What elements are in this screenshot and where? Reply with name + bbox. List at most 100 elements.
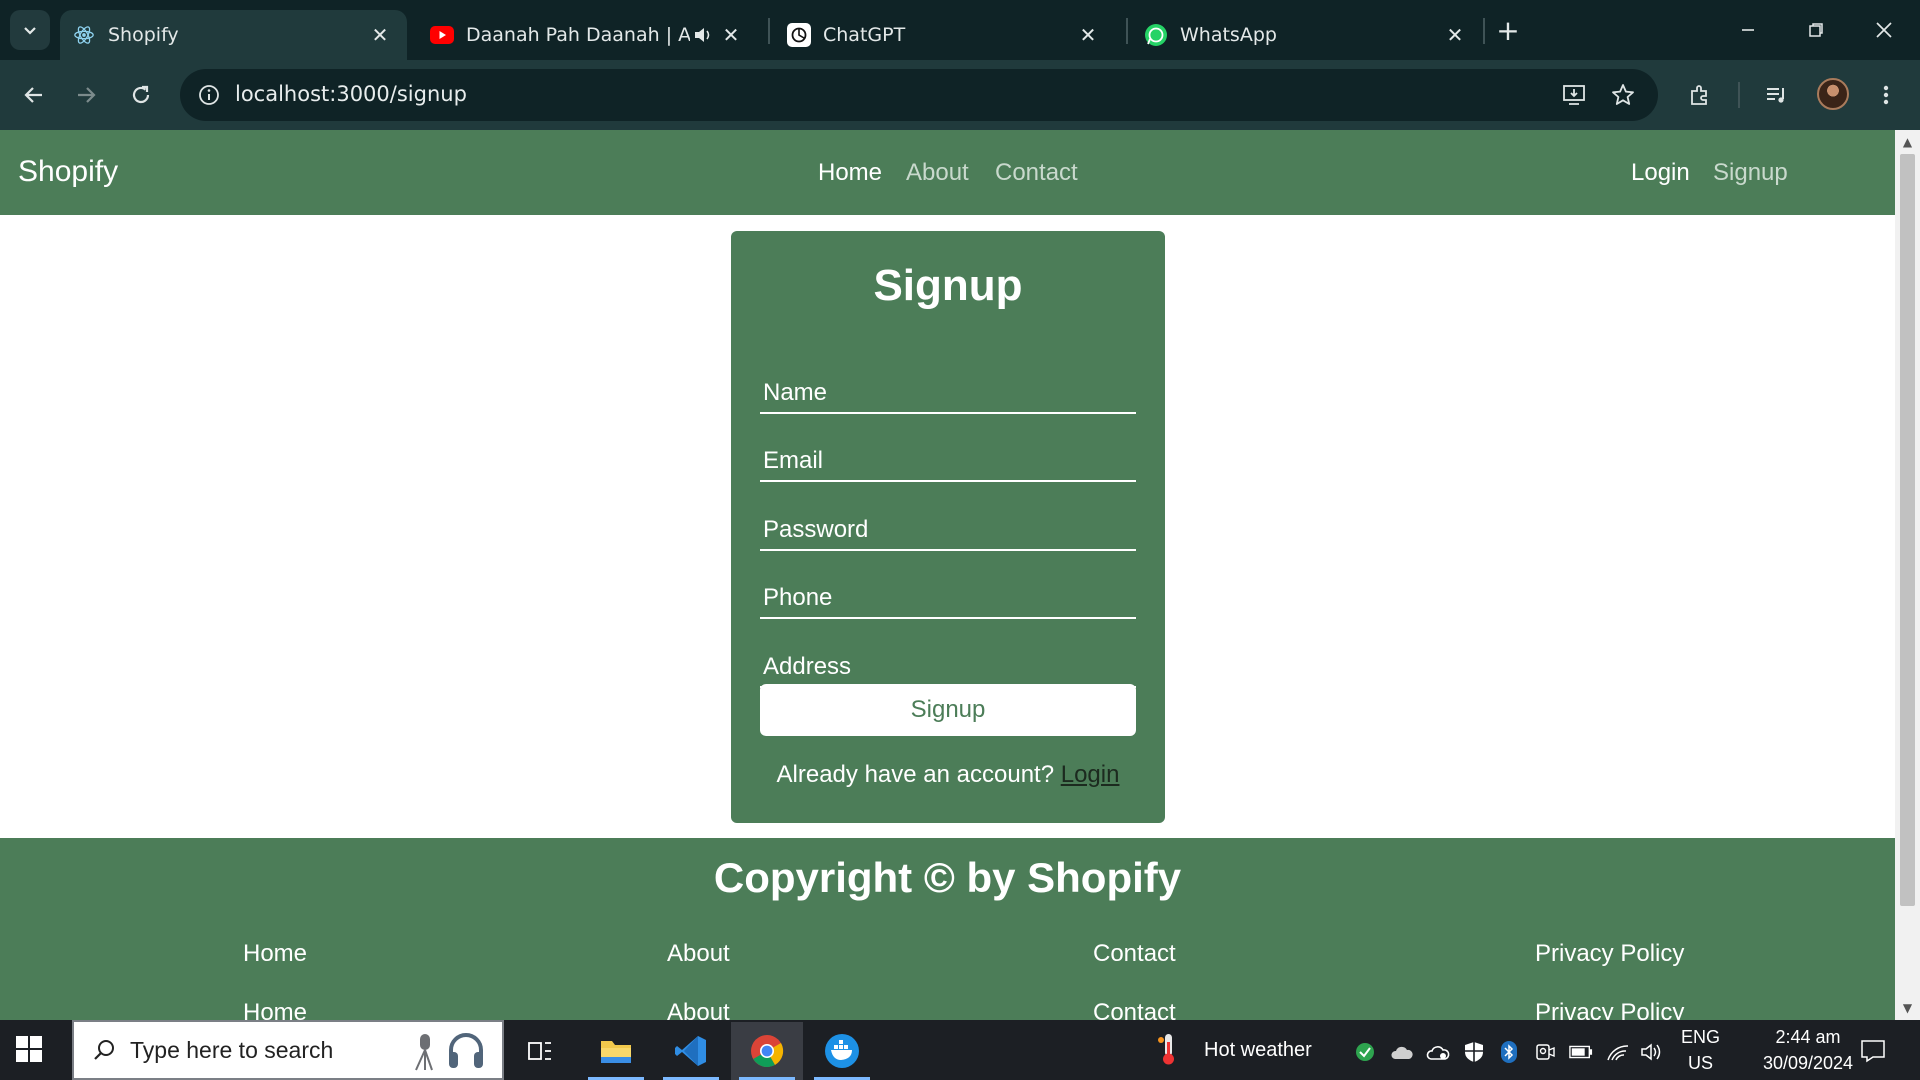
youtube-icon: [430, 23, 454, 47]
address-bar[interactable]: localhost:3000/signup: [180, 69, 1658, 121]
nav-link-login[interactable]: Login: [1631, 159, 1690, 187]
name-input[interactable]: [760, 374, 1136, 412]
security-check-icon[interactable]: [1353, 1040, 1377, 1064]
close-icon[interactable]: ✕: [365, 20, 395, 50]
copyright-text: Copyright © by Shopify: [713, 854, 1182, 901]
site-info-icon[interactable]: [194, 80, 224, 110]
footer-link-privacy[interactable]: Privacy Policy: [1535, 999, 1684, 1020]
login-prompt-text: Already have an account?: [776, 761, 1055, 788]
restore-icon[interactable]: [1794, 10, 1838, 50]
new-tab-button[interactable]: +: [1493, 14, 1523, 47]
defender-shield-icon[interactable]: [1462, 1040, 1486, 1064]
tab-title: WhatsApp: [1180, 24, 1277, 46]
tab-separator: [1483, 18, 1485, 44]
language-text[interactable]: ENG: [1681, 1027, 1720, 1048]
tab-youtube[interactable]: Daanah Pah Daanah | Akhta ✕: [418, 10, 758, 60]
extensions-icon[interactable]: [1680, 75, 1720, 115]
onedrive-icon[interactable]: [1390, 1040, 1414, 1064]
name-field[interactable]: [760, 374, 1136, 414]
region-text[interactable]: US: [1688, 1053, 1713, 1074]
windows-start-icon[interactable]: [15, 1035, 55, 1065]
brand-logo[interactable]: Shopify: [18, 155, 118, 189]
footer-link-contact[interactable]: Contact: [1093, 999, 1176, 1020]
volume-icon[interactable]: [1640, 1040, 1664, 1064]
media-controls-icon[interactable]: [1757, 75, 1797, 115]
signup-submit-button[interactable]: Signup: [760, 684, 1136, 736]
chrome-icon[interactable]: [731, 1022, 803, 1080]
password-input[interactable]: [760, 511, 1136, 549]
tab-whatsapp[interactable]: WhatsApp ✕: [1132, 10, 1482, 60]
tab-shopify[interactable]: Shopify ✕: [60, 10, 407, 60]
nav-link-signup[interactable]: Signup: [1713, 159, 1788, 187]
forward-icon[interactable]: [66, 75, 106, 115]
windows-taskbar: Type here to search Hot weather ENG US 2…: [0, 1020, 1920, 1080]
footer-link-home[interactable]: Home: [243, 940, 307, 968]
chevron-down-icon: [24, 27, 36, 35]
close-icon[interactable]: ✕: [1073, 20, 1103, 50]
battery-icon[interactable]: [1569, 1040, 1593, 1064]
cloud-sync-icon[interactable]: [1426, 1040, 1450, 1064]
url-text[interactable]: localhost:3000/signup: [235, 82, 467, 106]
install-app-icon[interactable]: [1559, 80, 1589, 110]
address-input[interactable]: [760, 648, 1136, 686]
scroll-thumb[interactable]: [1900, 154, 1915, 906]
weather-text[interactable]: Hot weather: [1204, 1039, 1312, 1062]
window-close-icon[interactable]: [1862, 10, 1906, 50]
whatsapp-icon: [1144, 23, 1168, 47]
nav-link-contact[interactable]: Contact: [995, 159, 1078, 187]
signup-title: Signup: [873, 261, 1023, 310]
task-view-icon[interactable]: [504, 1022, 576, 1080]
nav-link-about[interactable]: About: [906, 159, 969, 187]
tab-chatgpt[interactable]: ChatGPT ✕: [775, 10, 1115, 60]
wifi-icon[interactable]: [1606, 1040, 1630, 1064]
phone-input[interactable]: [760, 579, 1136, 617]
file-explorer-icon[interactable]: [580, 1022, 652, 1080]
close-icon[interactable]: ✕: [1440, 20, 1470, 50]
speaker-icon[interactable]: [690, 26, 716, 44]
footer-link-about[interactable]: About: [667, 940, 730, 968]
email-input[interactable]: [760, 442, 1136, 480]
more-menu-icon[interactable]: [1866, 75, 1906, 115]
tab-title: ChatGPT: [823, 24, 906, 46]
profile-avatar[interactable]: [1817, 78, 1849, 110]
tab-title: Daanah Pah Daanah | Akhta: [466, 24, 690, 46]
notifications-icon[interactable]: [1858, 1036, 1888, 1066]
docker-icon[interactable]: [806, 1022, 878, 1080]
tab-search-button[interactable]: [10, 10, 50, 50]
footer-link-about[interactable]: About: [667, 999, 730, 1020]
taskbar-search-box[interactable]: Type here to search: [72, 1020, 504, 1080]
tab-separator: [1126, 18, 1128, 44]
clock-time[interactable]: 2:44 am: [1751, 1027, 1865, 1048]
bluetooth-icon[interactable]: [1497, 1040, 1521, 1064]
site-navbar: Shopify Home About Contact Login Signup: [0, 130, 1895, 215]
tab-title: Shopify: [108, 24, 179, 46]
footer-link-home[interactable]: Home: [243, 999, 307, 1020]
bookmark-star-icon[interactable]: [1608, 80, 1638, 110]
browser-toolbar: localhost:3000/signup: [0, 60, 1920, 130]
login-link[interactable]: Login: [1061, 761, 1120, 788]
chatgpt-icon: [787, 23, 811, 47]
back-icon[interactable]: [14, 75, 54, 115]
microphone-icon: [404, 1032, 440, 1076]
scroll-down-icon[interactable]: ▼: [1895, 998, 1920, 1018]
browser-tab-strip: Shopify ✕ Daanah Pah Daanah | Akhta ✕ Ch…: [0, 0, 1920, 60]
meet-now-icon[interactable]: [1533, 1040, 1557, 1064]
address-field[interactable]: [760, 648, 1136, 688]
phone-field[interactable]: [760, 579, 1136, 619]
reload-icon[interactable]: [121, 75, 161, 115]
nav-link-home[interactable]: Home: [818, 159, 882, 187]
tab-separator: [768, 18, 770, 44]
close-icon[interactable]: ✕: [716, 20, 746, 50]
scroll-up-icon[interactable]: ▲: [1895, 132, 1920, 152]
minimize-icon[interactable]: [1726, 10, 1770, 50]
search-icon: [92, 1038, 116, 1062]
thermometer-icon[interactable]: [1157, 1032, 1179, 1070]
footer-link-privacy[interactable]: Privacy Policy: [1535, 940, 1684, 968]
password-field[interactable]: [760, 511, 1136, 551]
search-placeholder: Type here to search: [130, 1036, 334, 1063]
signup-card: Signup Signup Already have an account? L…: [731, 231, 1165, 823]
email-field[interactable]: [760, 442, 1136, 482]
footer-link-contact[interactable]: Contact: [1093, 940, 1176, 968]
vscode-icon[interactable]: [655, 1022, 727, 1080]
page-scrollbar[interactable]: ▲ ▼: [1895, 130, 1920, 1020]
